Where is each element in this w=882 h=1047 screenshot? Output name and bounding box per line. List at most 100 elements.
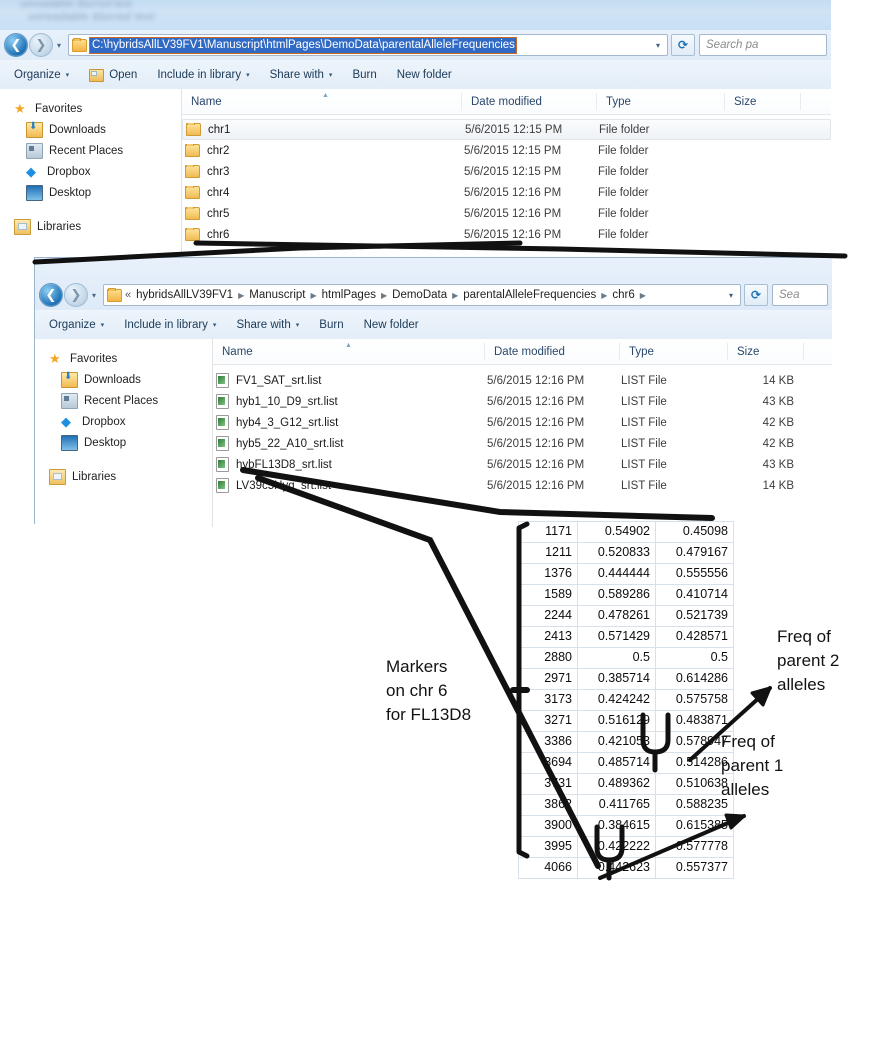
sheet-row[interactable]: 3173 0.424242 0.575758 — [518, 689, 734, 711]
sheet-cell-marker_position[interactable]: 3271 — [518, 710, 578, 732]
toolbar-item-new-folder[interactable]: New folder — [364, 319, 419, 331]
sheet-cell-marker_position[interactable]: 3386 — [518, 731, 578, 753]
sheet-cell-marker_position[interactable]: 2880 — [518, 647, 578, 669]
sheet-cell-freq_parent_2[interactable]: 0.577778 — [655, 836, 734, 858]
sidebar-item-desktop[interactable]: Desktop — [0, 182, 181, 203]
column-header-type[interactable]: Type — [596, 93, 724, 110]
sheet-cell-freq_parent_1[interactable]: 0.589286 — [577, 584, 656, 606]
table-row[interactable]: LV39c5Hyg_srt.list 5/6/2015 12:16 PM LIST … — [213, 475, 832, 496]
sheet-row[interactable]: 4066 0.442623 0.557377 — [518, 857, 734, 879]
allele-frequency-table[interactable]: 1171 0.54902 0.45098 1211 0.520833 0.479167 13… — [518, 521, 734, 879]
sidebar-item-favorites[interactable]: ★ Favorites — [0, 98, 181, 119]
breadcrumb-separator-icon[interactable]: ▶ — [238, 291, 244, 300]
sheet-cell-freq_parent_1[interactable]: 0.489362 — [577, 773, 656, 795]
refresh-icon[interactable]: ⟳ — [671, 34, 695, 56]
sheet-cell-freq_parent_1[interactable]: 0.442623 — [577, 857, 656, 879]
sheet-row[interactable]: 3694 0.485714 0.514286 — [518, 752, 734, 774]
sheet-cell-marker_position[interactable]: 1171 — [518, 521, 578, 543]
address-path-text[interactable]: C:\hybridsAllLV39FV1\Manuscript\htmlPage… — [89, 36, 517, 54]
table-row[interactable]: chr1 5/6/2015 12:15 PM File folder — [182, 119, 831, 140]
sheet-cell-marker_position[interactable]: 4066 — [518, 857, 578, 879]
sheet-row[interactable]: 3271 0.516129 0.483871 — [518, 710, 734, 732]
sheet-cell-freq_parent_2[interactable]: 0.45098 — [655, 521, 734, 543]
toolbar-item-share-with[interactable]: Share with ▾ — [270, 69, 333, 81]
history-dropdown-caret[interactable]: ▾ — [53, 41, 65, 50]
sidebar-item-libraries[interactable]: Libraries — [0, 216, 181, 237]
sheet-row[interactable]: 3386 0.421053 0.578947 — [518, 731, 734, 753]
breadcrumb-separator-icon[interactable]: ▶ — [601, 291, 607, 300]
sheet-cell-freq_parent_2[interactable]: 0.575758 — [655, 689, 734, 711]
column-header-date-modified[interactable]: Date modified — [461, 93, 596, 110]
sheet-cell-marker_position[interactable]: 3900 — [518, 815, 578, 837]
toolbar-item-open[interactable]: Open — [89, 68, 137, 82]
sheet-cell-freq_parent_1[interactable]: 0.516129 — [577, 710, 656, 732]
breadcrumb-overflow-icon[interactable]: « — [125, 289, 131, 301]
sheet-row[interactable]: 3900 0.384615 0.615385 — [518, 815, 734, 837]
table-row[interactable]: FV1_SAT_srt.list 5/6/2015 12:16 PM LIST Fi… — [213, 370, 832, 391]
address-dropdown-caret[interactable]: ▾ — [724, 291, 738, 300]
toolbar-item-organize[interactable]: Organize ▾ — [14, 69, 69, 81]
sheet-cell-freq_parent_2[interactable]: 0.557377 — [655, 857, 734, 879]
sheet-cell-freq_parent_1[interactable]: 0.5 — [577, 647, 656, 669]
toolbar-item-share-with[interactable]: Share with ▾ — [236, 319, 299, 331]
sheet-row[interactable]: 2244 0.478261 0.521739 — [518, 605, 734, 627]
breadcrumb-separator-icon[interactable]: ▶ — [381, 291, 387, 300]
toolbar-item-burn[interactable]: Burn — [352, 69, 376, 81]
sheet-cell-freq_parent_1[interactable]: 0.385714 — [577, 668, 656, 690]
sidebar-item-dropbox[interactable]: ◆ Dropbox — [35, 411, 212, 432]
breadcrumb-separator-icon[interactable]: ▶ — [640, 291, 646, 300]
address-dropdown-caret[interactable]: ▾ — [651, 41, 665, 50]
sheet-cell-freq_parent_1[interactable]: 0.485714 — [577, 752, 656, 774]
table-row[interactable]: hybFL13D8_srt.list 5/6/2015 12:16 PM LIST … — [213, 454, 832, 475]
table-row[interactable]: hyb1_10_D9_srt.list 5/6/2015 12:16 PM LIST… — [213, 391, 832, 412]
sidebar-item-favorites[interactable]: ★ Favorites — [35, 348, 212, 369]
sheet-cell-marker_position[interactable]: 3995 — [518, 836, 578, 858]
sheet-cell-marker_position[interactable]: 2971 — [518, 668, 578, 690]
sheet-cell-freq_parent_2[interactable]: 0.479167 — [655, 542, 734, 564]
sheet-row[interactable]: 2880 0.5 0.5 — [518, 647, 734, 669]
sheet-cell-freq_parent_1[interactable]: 0.384615 — [577, 815, 656, 837]
sheet-row[interactable]: 1589 0.589286 0.410714 — [518, 584, 734, 606]
sheet-cell-freq_parent_1[interactable]: 0.444444 — [577, 563, 656, 585]
sheet-cell-freq_parent_1[interactable]: 0.478261 — [577, 605, 656, 627]
breadcrumb-separator-icon[interactable]: ▶ — [310, 291, 316, 300]
table-row[interactable]: chr5 5/6/2015 12:16 PM File folder — [182, 203, 831, 224]
sheet-cell-freq_parent_2[interactable]: 0.483871 — [655, 710, 734, 732]
toolbar-item-include-in-library[interactable]: Include in library ▾ — [157, 69, 249, 81]
sheet-cell-freq_parent_2[interactable]: 0.410714 — [655, 584, 734, 606]
table-row[interactable]: chr2 5/6/2015 12:15 PM File folder — [182, 140, 831, 161]
sheet-cell-marker_position[interactable]: 1376 — [518, 563, 578, 585]
sheet-cell-marker_position[interactable]: 3731 — [518, 773, 578, 795]
sidebar-item-desktop[interactable]: Desktop — [35, 432, 212, 453]
sheet-cell-freq_parent_2[interactable]: 0.5 — [655, 647, 734, 669]
breadcrumb-item-chr6[interactable]: chr6 — [612, 289, 634, 301]
sheet-row[interactable]: 3862 0.411765 0.588235 — [518, 794, 734, 816]
search-input-bottom[interactable]: Sea — [772, 284, 828, 306]
breadcrumb-item-manuscript[interactable]: Manuscript — [249, 289, 305, 301]
sheet-cell-marker_position[interactable]: 1211 — [518, 542, 578, 564]
sheet-cell-freq_parent_1[interactable]: 0.424242 — [577, 689, 656, 711]
sidebar-item-recent-places[interactable]: Recent Places — [35, 390, 212, 411]
sidebar-item-downloads[interactable]: Downloads — [35, 369, 212, 390]
sheet-row[interactable]: 2971 0.385714 0.614286 — [518, 668, 734, 690]
sheet-cell-marker_position[interactable]: 3862 — [518, 794, 578, 816]
table-row[interactable]: hyb4_3_G12_srt.list 5/6/2015 12:16 PM LIST… — [213, 412, 832, 433]
forward-arrow-icon[interactable]: ❯ — [29, 33, 53, 57]
sheet-cell-marker_position[interactable]: 1589 — [518, 584, 578, 606]
sheet-cell-freq_parent_2[interactable]: 0.521739 — [655, 605, 734, 627]
sidebar-item-dropbox[interactable]: ◆ Dropbox — [0, 161, 181, 182]
breadcrumb-item-hybridsalllv39fv1[interactable]: hybridsAllLV39FV1 — [136, 289, 233, 301]
sheet-row[interactable]: 1376 0.444444 0.555556 — [518, 563, 734, 585]
sheet-cell-freq_parent_2[interactable]: 0.428571 — [655, 626, 734, 648]
sheet-cell-freq_parent_2[interactable]: 0.555556 — [655, 563, 734, 585]
toolbar-item-organize[interactable]: Organize ▾ — [49, 319, 104, 331]
toolbar-item-include-in-library[interactable]: Include in library ▾ — [124, 319, 216, 331]
history-dropdown-caret[interactable]: ▾ — [88, 291, 100, 300]
sheet-row[interactable]: 1171 0.54902 0.45098 — [518, 521, 734, 543]
table-row[interactable]: chr4 5/6/2015 12:16 PM File folder — [182, 182, 831, 203]
sheet-cell-freq_parent_1[interactable]: 0.421053 — [577, 731, 656, 753]
search-input-top[interactable]: Search pa — [699, 34, 827, 56]
toolbar-item-burn[interactable]: Burn — [319, 319, 343, 331]
sheet-cell-freq_parent_1[interactable]: 0.54902 — [577, 521, 656, 543]
column-header-size[interactable]: Size — [724, 93, 800, 110]
